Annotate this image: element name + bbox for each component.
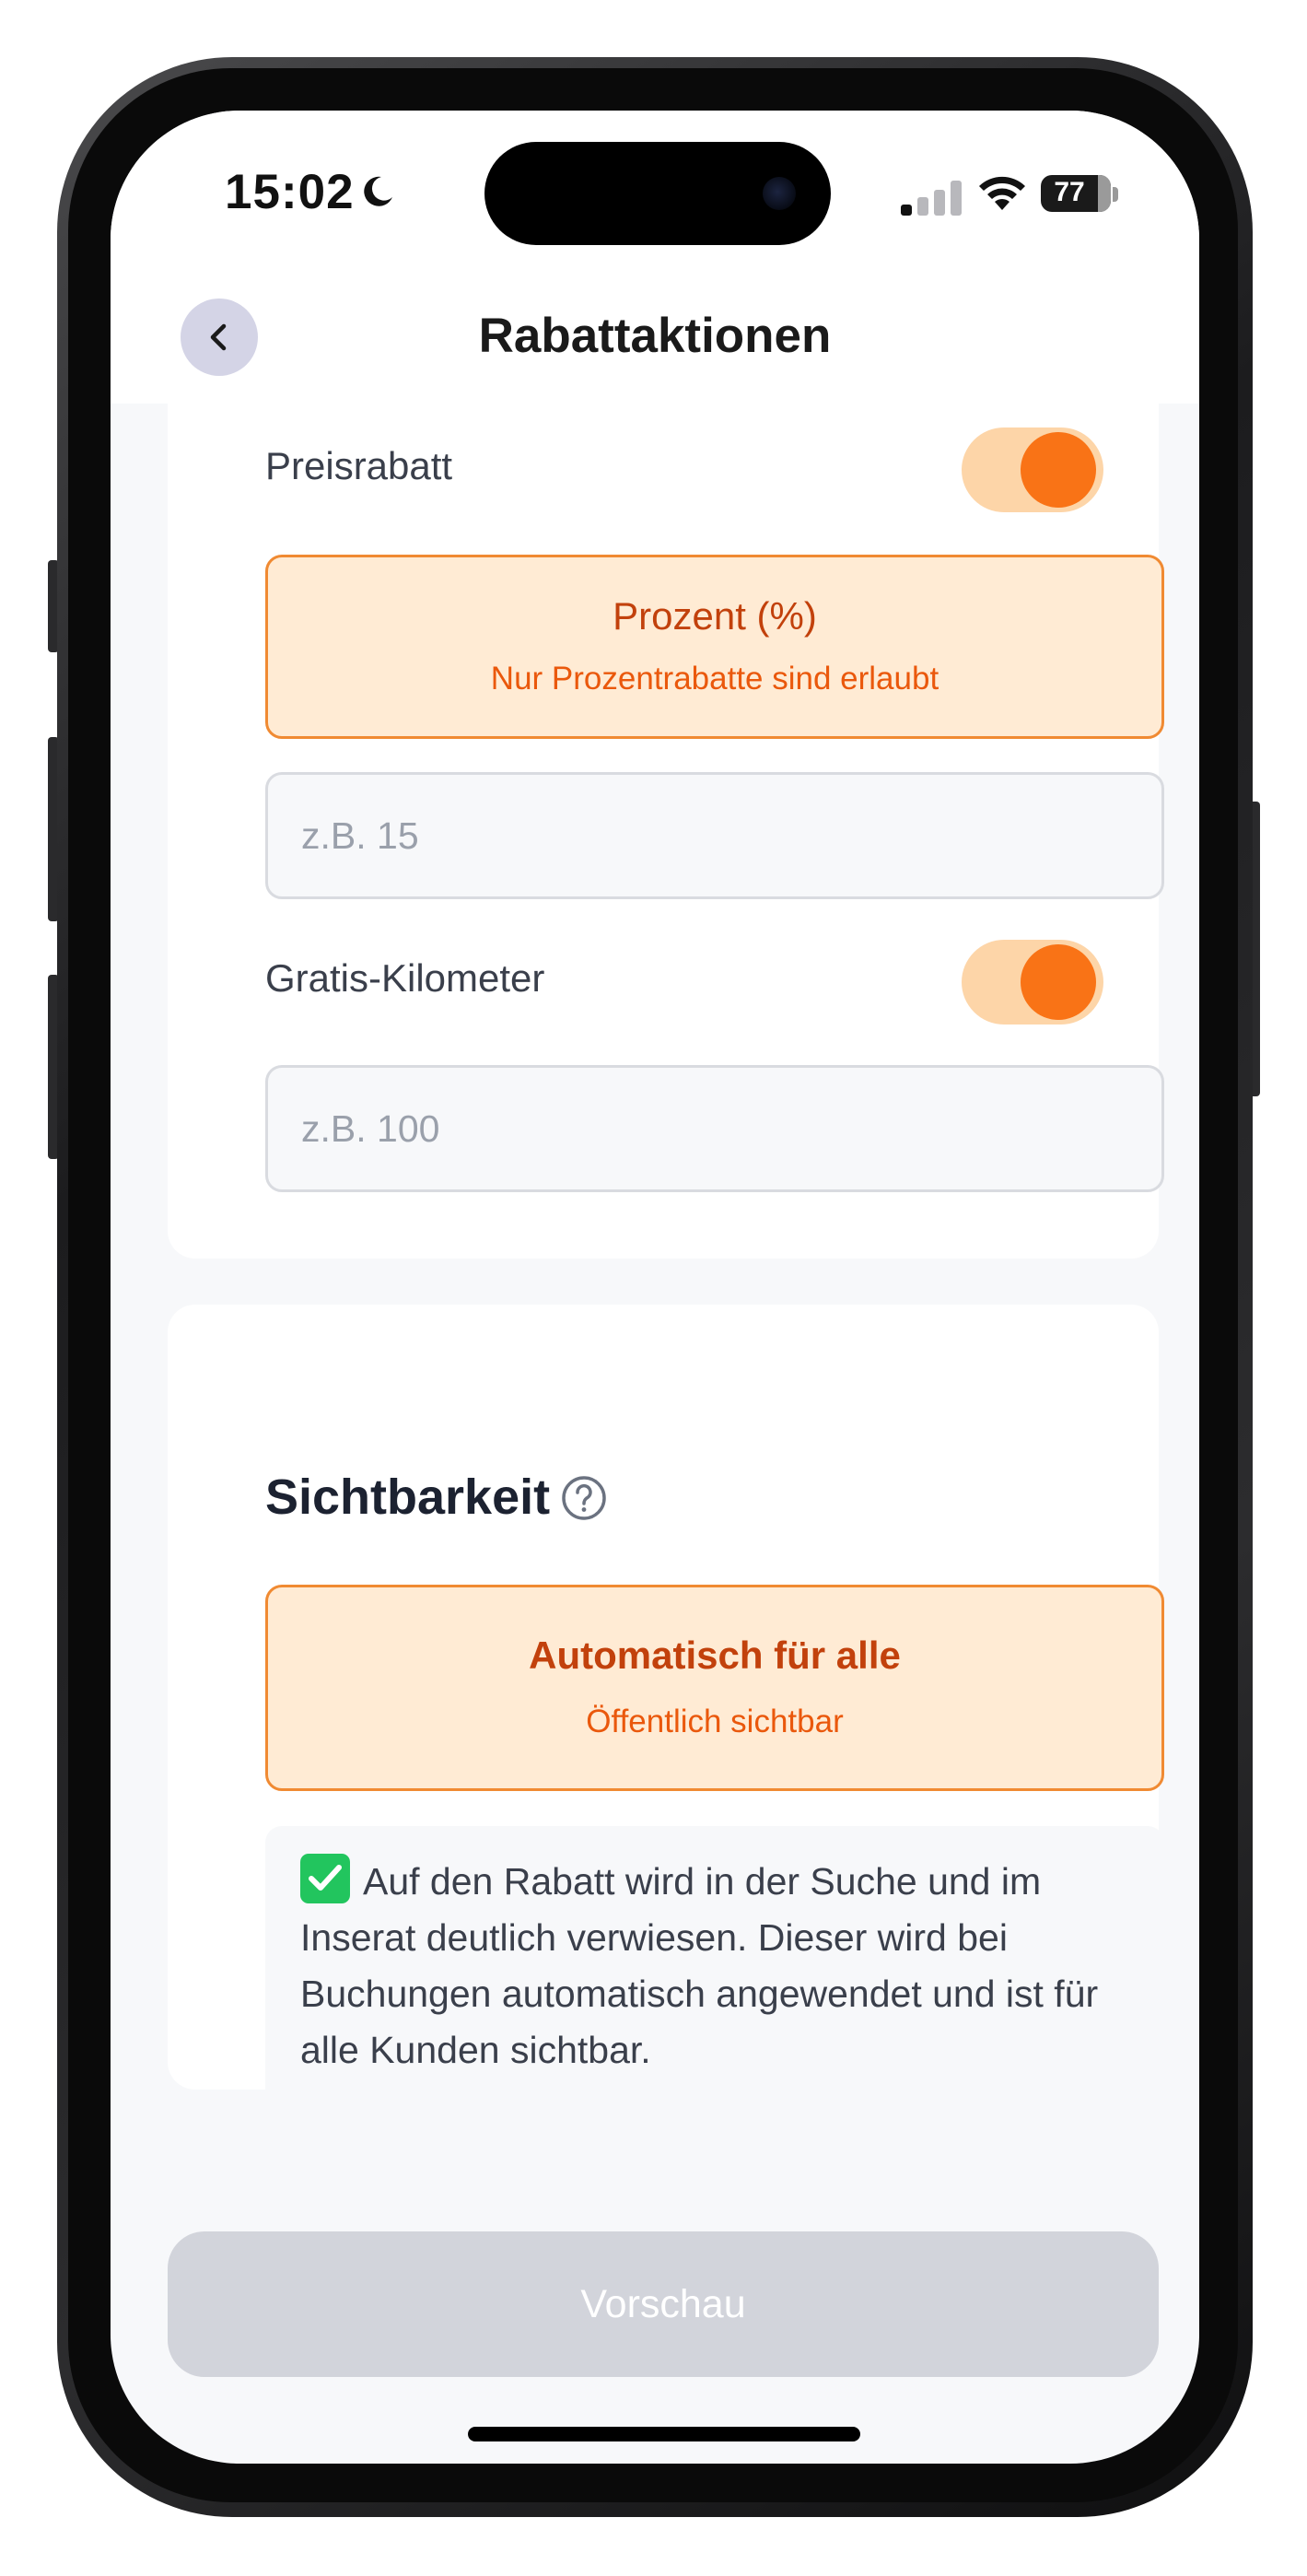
nav-header: Rabattaktionen bbox=[111, 267, 1199, 404]
preview-button[interactable]: Vorschau bbox=[168, 2231, 1159, 2377]
visibility-option-title: Automatisch für alle bbox=[529, 1633, 901, 1677]
wifi-icon bbox=[979, 176, 1025, 210]
visibility-info-box: Auf den Rabatt wird in der Suche und im … bbox=[265, 1826, 1164, 2115]
signal-icon bbox=[901, 181, 962, 216]
visibility-title: Sichtbarkeit bbox=[265, 1469, 551, 1525]
battery-icon: 77 bbox=[1041, 175, 1118, 214]
toggle-knob bbox=[1021, 944, 1096, 1020]
phone-mockup: 15:02 77 Rabattaktionen Preisrabatt Proz… bbox=[0, 0, 1307, 2576]
screen: 15:02 77 Rabattaktionen Preisrabatt Proz… bbox=[111, 111, 1199, 2464]
status-time: 15:02 bbox=[225, 165, 355, 219]
free-km-toggle[interactable] bbox=[962, 940, 1103, 1025]
dynamic-island bbox=[484, 142, 831, 245]
discount-percent-input[interactable] bbox=[265, 772, 1164, 899]
home-indicator bbox=[468, 2427, 860, 2441]
camera-icon bbox=[763, 177, 796, 210]
percent-option-title: Prozent (%) bbox=[613, 594, 817, 638]
battery-body: 77 bbox=[1041, 175, 1111, 212]
visibility-info: Auf den Rabatt wird in der Suche und im … bbox=[300, 1854, 1148, 2078]
battery-level: 77 bbox=[1054, 177, 1085, 207]
status-bar: 15:02 77 bbox=[111, 111, 1199, 267]
visibility-option-auto[interactable]: Automatisch für alle Öffentlich sichtbar bbox=[265, 1585, 1164, 1791]
percent-option[interactable]: Prozent (%) Nur Prozentrabatte sind erla… bbox=[265, 555, 1164, 739]
visibility-info-text: Auf den Rabatt wird in der Suche und im … bbox=[300, 1860, 1099, 2071]
moon-icon bbox=[364, 176, 392, 206]
check-mark-icon bbox=[300, 1854, 350, 1903]
question-circle-icon[interactable] bbox=[560, 1474, 608, 1522]
price-discount-label: Preisrabatt bbox=[265, 444, 453, 487]
price-discount-toggle[interactable] bbox=[962, 427, 1103, 512]
visibility-option-subtitle: Öffentlich sichtbar bbox=[586, 1704, 844, 1739]
percent-option-subtitle: Nur Prozentrabatte sind erlaubt bbox=[490, 661, 939, 697]
page-title: Rabattaktionen bbox=[478, 309, 832, 363]
free-km-label: Gratis-Kilometer bbox=[265, 956, 545, 1000]
free-km-input[interactable] bbox=[265, 1065, 1164, 1192]
toggle-knob bbox=[1021, 432, 1096, 508]
